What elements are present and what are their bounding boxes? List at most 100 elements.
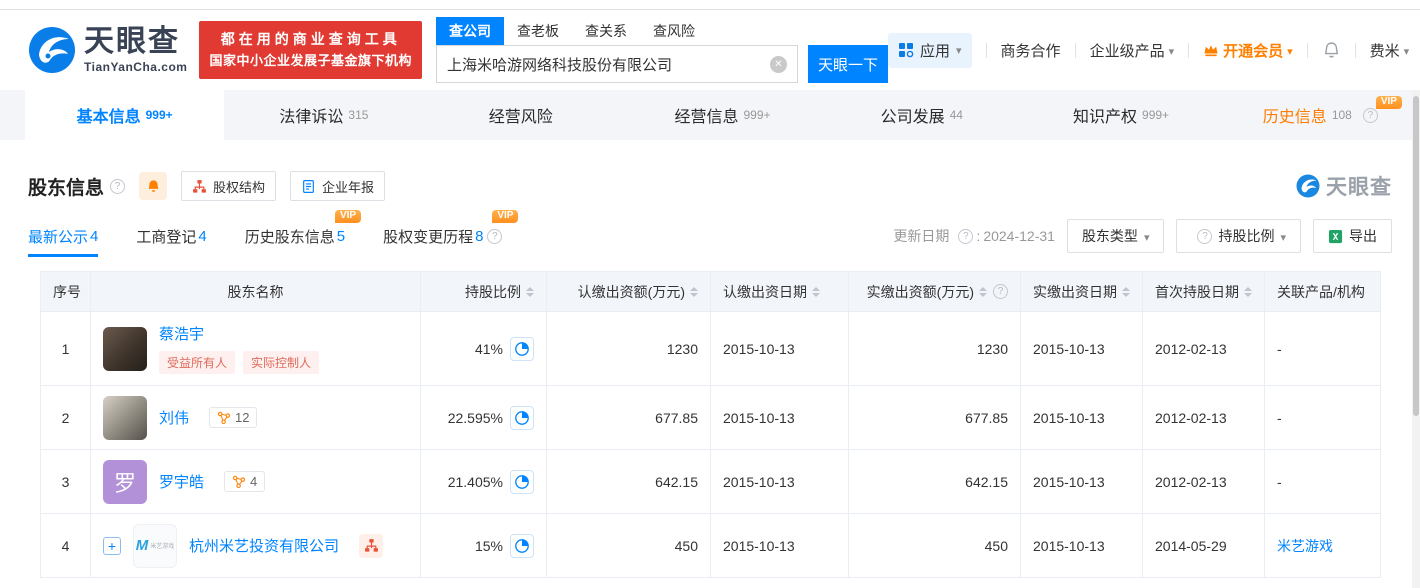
pie-chart-icon[interactable] [510, 534, 534, 558]
related-product-link[interactable]: 米艺游戏 [1277, 538, 1333, 554]
nav-enterprise-products[interactable]: 企业级产品 [1090, 40, 1175, 61]
company-logo[interactable]: M 米艺游戏 [133, 524, 177, 568]
subscribed-amount: 642.15 [547, 450, 711, 514]
equity-structure-icon[interactable] [359, 534, 383, 558]
related-count: 12 [235, 410, 249, 425]
shareholder-name-link[interactable]: 蔡浩宇 [159, 326, 204, 343]
sort-icon[interactable] [1244, 287, 1252, 297]
subtab-business-registration[interactable]: 工商登记 4 [136, 218, 206, 255]
search-tab-company[interactable]: 查公司 [436, 17, 504, 45]
tab-history-info[interactable]: VIP 历史信息 108 [1221, 90, 1420, 140]
pie-chart-icon[interactable] [510, 337, 534, 361]
page-scrollbar[interactable] [1412, 90, 1420, 588]
actual-controller-tag[interactable]: 实际控制人 [243, 351, 319, 374]
help-icon[interactable] [1363, 108, 1378, 123]
help-icon[interactable] [993, 284, 1008, 299]
shareholder-name-link[interactable]: 杭州米艺投资有限公司 [189, 535, 339, 556]
crown-icon [1203, 42, 1219, 58]
colon: : [976, 228, 980, 244]
nav-open-vip[interactable]: 开通会员 [1203, 40, 1293, 61]
update-date-label: 更新日期 [893, 226, 949, 246]
shareholder-avatar[interactable]: 罗 [103, 460, 147, 504]
search-input[interactable] [447, 56, 770, 73]
related-companies-badge[interactable]: 4 [224, 471, 265, 492]
tab-intellectual-property[interactable]: 知识产权 999+ [1021, 90, 1220, 140]
col-ratio[interactable]: 持股比例 [421, 272, 547, 312]
tab-legal-litigation[interactable]: 法律诉讼 315 [224, 90, 423, 140]
export-button[interactable]: 导出 [1313, 219, 1392, 253]
subscribed-amount: 677.85 [547, 386, 711, 450]
subtab-latest-announcement[interactable]: 最新公示 4 [28, 218, 98, 255]
shareholder-photo[interactable] [103, 327, 147, 371]
subtab-count: 5 [337, 228, 345, 245]
tab-company-development[interactable]: 公司发展 44 [822, 90, 1021, 140]
tab-basic-info[interactable]: 基本信息 999+ [25, 90, 224, 140]
bell-icon [146, 179, 161, 194]
pie-chart-icon[interactable] [510, 406, 534, 430]
apps-button[interactable]: 应用 [888, 33, 972, 68]
search-button[interactable]: 天眼一下 [808, 45, 888, 83]
company-logo-text: 米艺游戏 [150, 541, 174, 550]
subscribe-bell-button[interactable] [139, 172, 167, 200]
first-holding-date: 2012-02-13 [1143, 386, 1265, 450]
related-companies-badge[interactable]: 12 [209, 407, 257, 428]
tianyancha-logo[interactable]: 天眼查 TianYanCha.com [28, 26, 187, 74]
sort-icon[interactable] [690, 287, 698, 297]
search-box [436, 45, 798, 83]
subtab-historical-shareholders[interactable]: VIP 历史股东信息 5 [245, 218, 345, 255]
col-subscribed-date[interactable]: 认缴出资日期 [711, 272, 849, 312]
tab-label: 经营信息 [674, 103, 738, 127]
table-row: 1 蔡浩宇 受益所有人 实际控制人 41% 1230 [41, 312, 1381, 386]
col-first-holding-date[interactable]: 首次持股日期 [1143, 272, 1265, 312]
sort-icon[interactable] [1122, 287, 1130, 297]
help-icon[interactable] [487, 229, 502, 244]
subtab-equity-change-history[interactable]: VIP 股权变更历程 8 [383, 218, 502, 255]
annual-report-button[interactable]: 企业年报 [290, 171, 385, 201]
help-icon[interactable] [110, 179, 125, 194]
shareholder-name-link[interactable]: 罗宇皓 [159, 471, 204, 492]
shareholder-name-link[interactable]: 刘伟 [159, 407, 189, 428]
shareholder-type-filter[interactable]: 股东类型 [1067, 219, 1165, 253]
divider [986, 43, 987, 58]
subtab-label: 工商登记 [136, 226, 196, 247]
equity-structure-button[interactable]: 股权结构 [181, 171, 276, 201]
tab-operation-info[interactable]: 经营信息 999+ [623, 90, 822, 140]
user-menu[interactable]: 费米 [1370, 40, 1410, 61]
first-holding-date: 2012-02-13 [1143, 450, 1265, 514]
col-paid-date[interactable]: 实缴出资日期 [1021, 272, 1143, 312]
table-row: 4 M 米艺游戏 杭州米艺投资有限公司 15% [41, 514, 1381, 578]
nav-business-cooperation[interactable]: 商务合作 [1001, 40, 1061, 61]
first-holding-date: 2014-05-29 [1143, 514, 1265, 578]
col-paid-amount[interactable]: 实缴出资额(万元) [849, 272, 1021, 312]
search-tab-relation[interactable]: 查关系 [572, 17, 640, 45]
search-tab-boss[interactable]: 查老板 [504, 17, 572, 45]
scrollbar-thumb[interactable] [1413, 96, 1419, 416]
notification-bell-icon[interactable] [1322, 41, 1341, 60]
sort-icon[interactable] [979, 287, 987, 297]
tab-operation-risk[interactable]: 经营风险 [424, 90, 623, 140]
col-seq: 序号 [41, 272, 91, 312]
table-row: 2 刘伟 12 22.595% 677.85 2015-10-13 677.85 [41, 386, 1381, 450]
tab-label: 经营风险 [489, 103, 553, 127]
search-tabs: 查公司 查老板 查关系 查风险 [436, 17, 888, 45]
chevron-down-icon [1404, 42, 1410, 59]
col-subscribed-amount[interactable]: 认缴出资额(万元) [547, 272, 711, 312]
chevron-down-icon [956, 41, 962, 59]
ratio-filter[interactable]: 持股比例 [1176, 219, 1301, 253]
expand-row-button[interactable] [103, 537, 121, 555]
clear-icon[interactable] [770, 56, 787, 73]
sort-icon[interactable] [526, 287, 534, 297]
update-date-info: 更新日期 : 2024-12-31 [893, 226, 1055, 246]
tab-label: 法律诉讼 [279, 103, 343, 127]
search-tab-risk[interactable]: 查风险 [640, 17, 708, 45]
pie-chart-icon[interactable] [510, 470, 534, 494]
vip-badge: VIP [335, 210, 361, 223]
divider [1075, 43, 1076, 58]
chevron-down-icon [1169, 42, 1175, 59]
help-icon [1197, 229, 1212, 244]
shareholder-photo[interactable] [103, 396, 147, 440]
help-icon[interactable] [958, 229, 973, 244]
sort-icon[interactable] [812, 287, 820, 297]
beneficial-owner-tag[interactable]: 受益所有人 [159, 351, 235, 374]
tabbar-padding [0, 90, 25, 140]
